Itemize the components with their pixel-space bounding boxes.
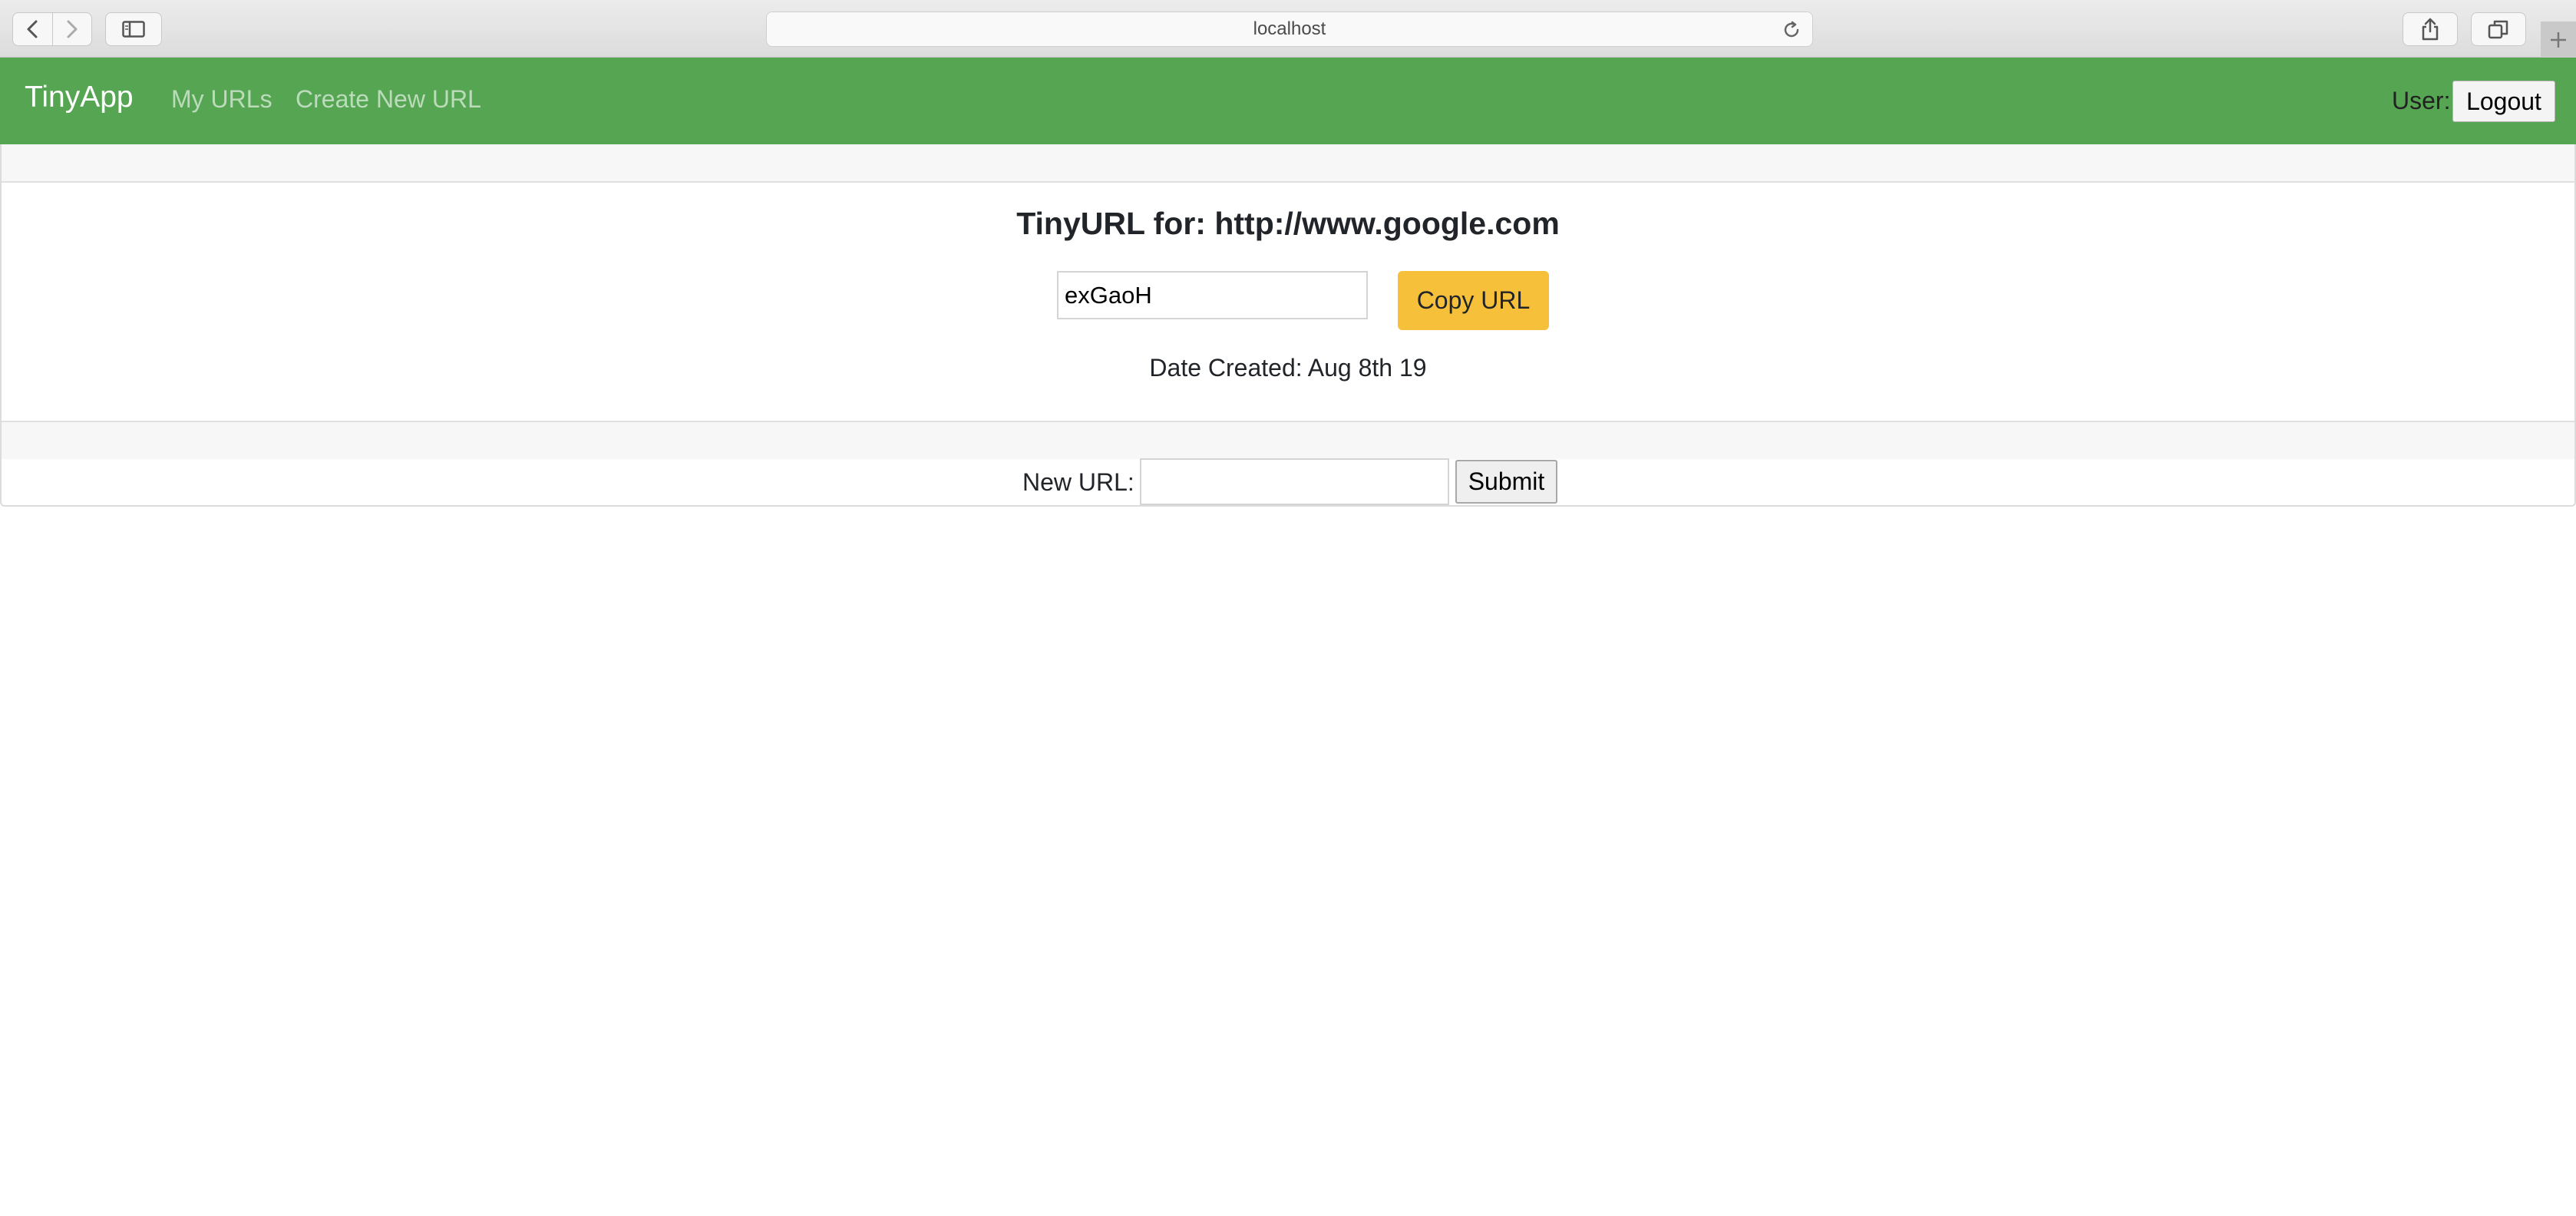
app-navbar: TinyApp My URLs Create New URL User: Log… <box>0 58 2576 144</box>
plus-icon <box>2551 31 2566 48</box>
address-bar[interactable]: localhost <box>766 12 1813 47</box>
logout-button[interactable]: Logout <box>2452 81 2555 122</box>
short-url-field[interactable] <box>1057 271 1368 319</box>
tabs-icon <box>2488 20 2508 39</box>
chevron-left-icon <box>27 20 38 38</box>
nav-my-urls-link[interactable]: My URLs <box>171 85 272 114</box>
tab-overview-button[interactable] <box>2471 12 2526 46</box>
footer-band <box>2 422 2574 459</box>
tinyurl-title: TinyURL for: http://www.google.com <box>1016 206 1560 241</box>
card-footer: New URL: Submit <box>2 421 2574 505</box>
address-text: localhost <box>1253 18 1326 39</box>
new-url-label: New URL: <box>1022 468 1134 496</box>
nav-create-new-url-link[interactable]: Create New URL <box>296 85 481 114</box>
chevron-right-icon <box>67 20 78 38</box>
sidebar-icon <box>122 21 145 38</box>
sidebar-toggle-button[interactable] <box>105 12 162 46</box>
history-nav <box>12 12 92 46</box>
card-header <box>2 144 2574 183</box>
brand-link[interactable]: TinyApp <box>25 81 134 114</box>
submit-button[interactable]: Submit <box>1455 460 1557 504</box>
copy-url-button[interactable]: Copy URL <box>1398 271 1549 330</box>
url-card: TinyURL for: http://www.google.com Copy … <box>0 144 2576 507</box>
new-tab-button[interactable] <box>2541 21 2576 58</box>
reload-icon[interactable] <box>1782 20 1802 40</box>
browser-toolbar: localhost <box>0 0 2576 58</box>
card-body: TinyURL for: http://www.google.com Copy … <box>2 183 2574 421</box>
share-button[interactable] <box>2403 12 2458 46</box>
user-label: User: <box>2392 87 2451 114</box>
date-created-text: Date Created: Aug 8th 19 <box>1149 354 1427 382</box>
new-url-input[interactable] <box>1140 458 1449 505</box>
share-icon <box>2422 18 2439 41</box>
forward-button[interactable] <box>51 13 92 45</box>
back-button[interactable] <box>13 13 52 45</box>
